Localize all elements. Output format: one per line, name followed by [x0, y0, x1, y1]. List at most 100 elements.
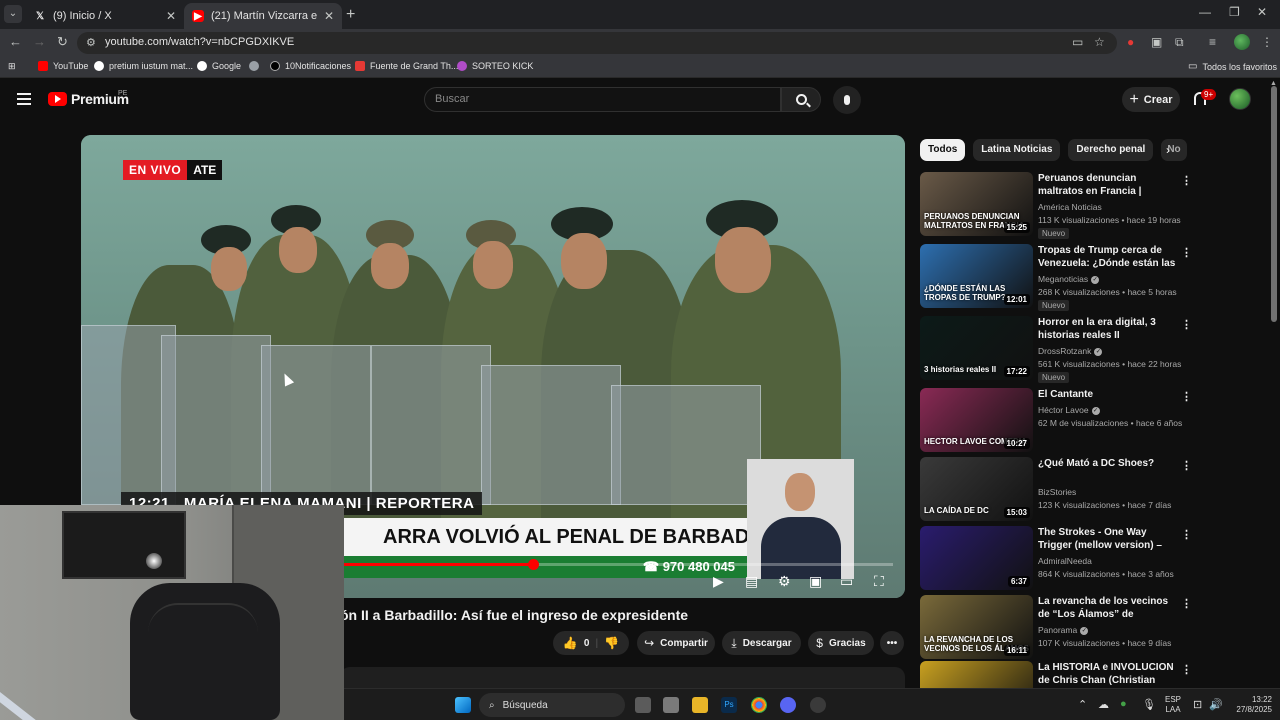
chrome-icon[interactable]	[751, 697, 767, 713]
video-thumbnail[interactable]: 3 historias reales II 17:22	[920, 316, 1033, 380]
tab-search-button[interactable]: ⌄	[4, 5, 22, 23]
thumbs-up-icon[interactable]: 👍	[563, 636, 578, 650]
channel-name[interactable]: AdmiralNeeda	[1038, 556, 1092, 566]
theater-mode-icon[interactable]: ▭	[840, 573, 853, 590]
recommendation-title[interactable]: Tropas de Trump cerca de Venezuela: ¿Dón…	[1038, 244, 1178, 270]
chip-latina-noticias[interactable]: Latina Noticias	[973, 139, 1061, 161]
search-button[interactable]	[781, 87, 821, 112]
channel-name[interactable]: Héctor Lavoe ✓	[1038, 405, 1100, 415]
bookmark-globe[interactable]	[249, 61, 259, 71]
create-button[interactable]: + Crear	[1122, 87, 1180, 112]
discord-icon[interactable]	[780, 697, 796, 713]
fullscreen-icon[interactable]: ⛶	[874, 573, 884, 590]
bookmark-pretium[interactable]: pretium iustum mat...	[94, 61, 193, 71]
recommendation-title[interactable]: The Strokes - One Way Trigger (mellow ve…	[1038, 526, 1178, 552]
close-icon[interactable]: ✕	[166, 9, 176, 23]
recommendation-title[interactable]: La HISTORIA e INVOLUCION de Chris Chan (…	[1038, 661, 1178, 687]
system-clock[interactable]: 13:22 27/8/2025	[1230, 695, 1272, 715]
recommendation-item[interactable]: ¿DÓNDE ESTÁN LAS TROPAS DE TRUMP? 12:01 Tr…	[920, 244, 1270, 311]
more-options-icon[interactable]: ⋮	[1181, 174, 1192, 187]
thanks-button[interactable]: $ Gracias	[808, 631, 874, 655]
extensions-puzzle-icon[interactable]: ⧉	[1175, 35, 1184, 50]
thumbs-down-icon[interactable]: 👎	[604, 636, 619, 650]
scrubber-handle[interactable]	[528, 559, 539, 570]
recommendation-item[interactable]: LA CAÍDA DE DC 15:03 ¿Qué Mató a DC Shoes?…	[920, 457, 1270, 523]
apps-grid-icon[interactable]: ⊞	[8, 61, 16, 72]
more-options-icon[interactable]: ⋮	[1181, 663, 1192, 676]
menu-hamburger-icon[interactable]	[17, 93, 31, 105]
close-icon[interactable]: ✕	[324, 9, 334, 23]
channel-name[interactable]: DrossRotzank ✓	[1038, 346, 1103, 356]
more-options-icon[interactable]: ⋮	[1181, 597, 1192, 610]
video-thumbnail[interactable]: LA REVANCHA DE LOS VECINOS DE LOS ÁLAMOS…	[920, 595, 1033, 659]
recommendation-title[interactable]: El Cantante	[1038, 388, 1178, 401]
address-bar[interactable]: ⚙ youtube.com/watch?v=nbCPGDXIKVE ▭ ☆	[77, 32, 1117, 54]
app-icon[interactable]	[663, 697, 679, 713]
voice-search-button[interactable]	[833, 86, 861, 114]
reading-list-icon[interactable]: ≡	[1209, 35, 1216, 49]
more-options-icon[interactable]: ⋮	[1181, 459, 1192, 472]
onedrive-icon[interactable]: ☁	[1098, 698, 1109, 711]
all-bookmarks-folder[interactable]: ▭ Todos los favoritos	[1188, 61, 1277, 72]
download-button[interactable]: ⤓ Descargar	[722, 631, 801, 655]
chip-todos[interactable]: Todos	[920, 139, 966, 161]
bookmark-sorteo-kick[interactable]: SORTEO KICK	[457, 61, 533, 71]
language-indicator[interactable]: ESP LAA	[1165, 695, 1181, 715]
minimize-button[interactable]: —	[1199, 5, 1211, 19]
tray-overflow-icon[interactable]: ⌃	[1078, 698, 1087, 711]
video-thumbnail[interactable]: LA CAÍDA DE DC 15:03	[920, 457, 1033, 521]
search-input[interactable]: Buscar	[424, 87, 781, 112]
file-explorer-icon[interactable]	[692, 697, 708, 713]
back-icon[interactable]: ←	[9, 34, 22, 49]
restore-button[interactable]: ❐	[1229, 5, 1240, 19]
network-icon[interactable]: ⊡	[1193, 698, 1202, 711]
more-options-icon[interactable]: ⋮	[1181, 390, 1192, 403]
video-thumbnail[interactable]: HECTOR LAVOE COMEDIA 10:27	[920, 388, 1033, 452]
menu-dots-icon[interactable]: ⋮	[1261, 35, 1273, 49]
channel-name[interactable]: Meganoticias ✓	[1038, 274, 1100, 284]
volume-icon[interactable]: 🔊	[1209, 698, 1223, 711]
windows-start-icon[interactable]	[455, 697, 471, 713]
photoshop-icon[interactable]: Ps	[721, 697, 737, 713]
tray-app-icon[interactable]: ●	[1120, 698, 1127, 710]
miniplayer-icon[interactable]: ▣	[809, 573, 822, 590]
settings-gear-icon[interactable]: ⚙	[778, 573, 791, 590]
page-scrollbar[interactable]	[1271, 86, 1277, 322]
profile-avatar[interactable]	[1234, 34, 1250, 50]
channel-name[interactable]: América Noticias	[1038, 202, 1102, 212]
user-avatar[interactable]	[1229, 88, 1251, 110]
extension-icon[interactable]: ▣	[1151, 35, 1162, 49]
bookmark-google[interactable]: Google	[197, 61, 241, 71]
task-view-icon[interactable]	[635, 697, 651, 713]
site-info-icon[interactable]: ⚙	[86, 36, 96, 49]
recommendation-item[interactable]: HECTOR LAVOE COMEDIA 10:27 El Cantante Héct…	[920, 388, 1270, 454]
microphone-icon[interactable]: 🎙	[1142, 698, 1156, 711]
bookmark-grand-theft[interactable]: Fuente de Grand Th...	[355, 61, 458, 71]
bookmark-notificaciones[interactable]: 10Notificaciones	[270, 61, 351, 71]
video-thumbnail[interactable]: PERUANOS DENUNCIAN MALTRATOS EN FRANCIA 1…	[920, 172, 1033, 236]
recommendation-item[interactable]: PERUANOS DENUNCIAN MALTRATOS EN FRANCIA 1…	[920, 172, 1270, 239]
bookmark-star-icon[interactable]: ☆	[1094, 35, 1105, 49]
bookmark-youtube[interactable]: YouTube	[38, 61, 88, 71]
app-icon[interactable]	[810, 697, 826, 713]
recommendation-title[interactable]: Peruanos denuncian maltratos en Francia …	[1038, 172, 1178, 198]
recommendation-item[interactable]: 3 historias reales II 17:22 Horror en la e…	[920, 316, 1270, 383]
extension-red-icon[interactable]: ●	[1127, 35, 1134, 49]
channel-name[interactable]: Panorama ✓	[1038, 625, 1089, 635]
more-options-icon[interactable]: ⋮	[1181, 528, 1192, 541]
recommendation-item[interactable]: 6:37 The Strokes - One Way Trigger (mello…	[920, 526, 1270, 592]
chip-derecho-penal[interactable]: Derecho penal	[1068, 139, 1154, 161]
channel-name[interactable]: BizStories	[1038, 487, 1076, 497]
cast-icon[interactable]: ▭	[1072, 35, 1083, 49]
taskbar-search[interactable]: ⌕ Búsqueda	[479, 693, 625, 717]
share-button[interactable]: ↪ Compartir	[637, 631, 715, 655]
video-thumbnail[interactable]: 6:37	[920, 526, 1033, 590]
recommendation-title[interactable]: La revancha de los vecinos de “Los Álamo…	[1038, 595, 1178, 621]
more-actions-button[interactable]: •••	[880, 631, 904, 655]
video-thumbnail[interactable]: ¿DÓNDE ESTÁN LAS TROPAS DE TRUMP? 12:01	[920, 244, 1033, 308]
recommendation-title[interactable]: Horror en la era digital, 3 historias re…	[1038, 316, 1178, 342]
more-options-icon[interactable]: ⋮	[1181, 246, 1192, 259]
autoplay-toggle-icon[interactable]: ▶	[713, 573, 724, 590]
forward-icon[interactable]: →	[33, 34, 46, 49]
more-options-icon[interactable]: ⋮	[1181, 318, 1192, 331]
